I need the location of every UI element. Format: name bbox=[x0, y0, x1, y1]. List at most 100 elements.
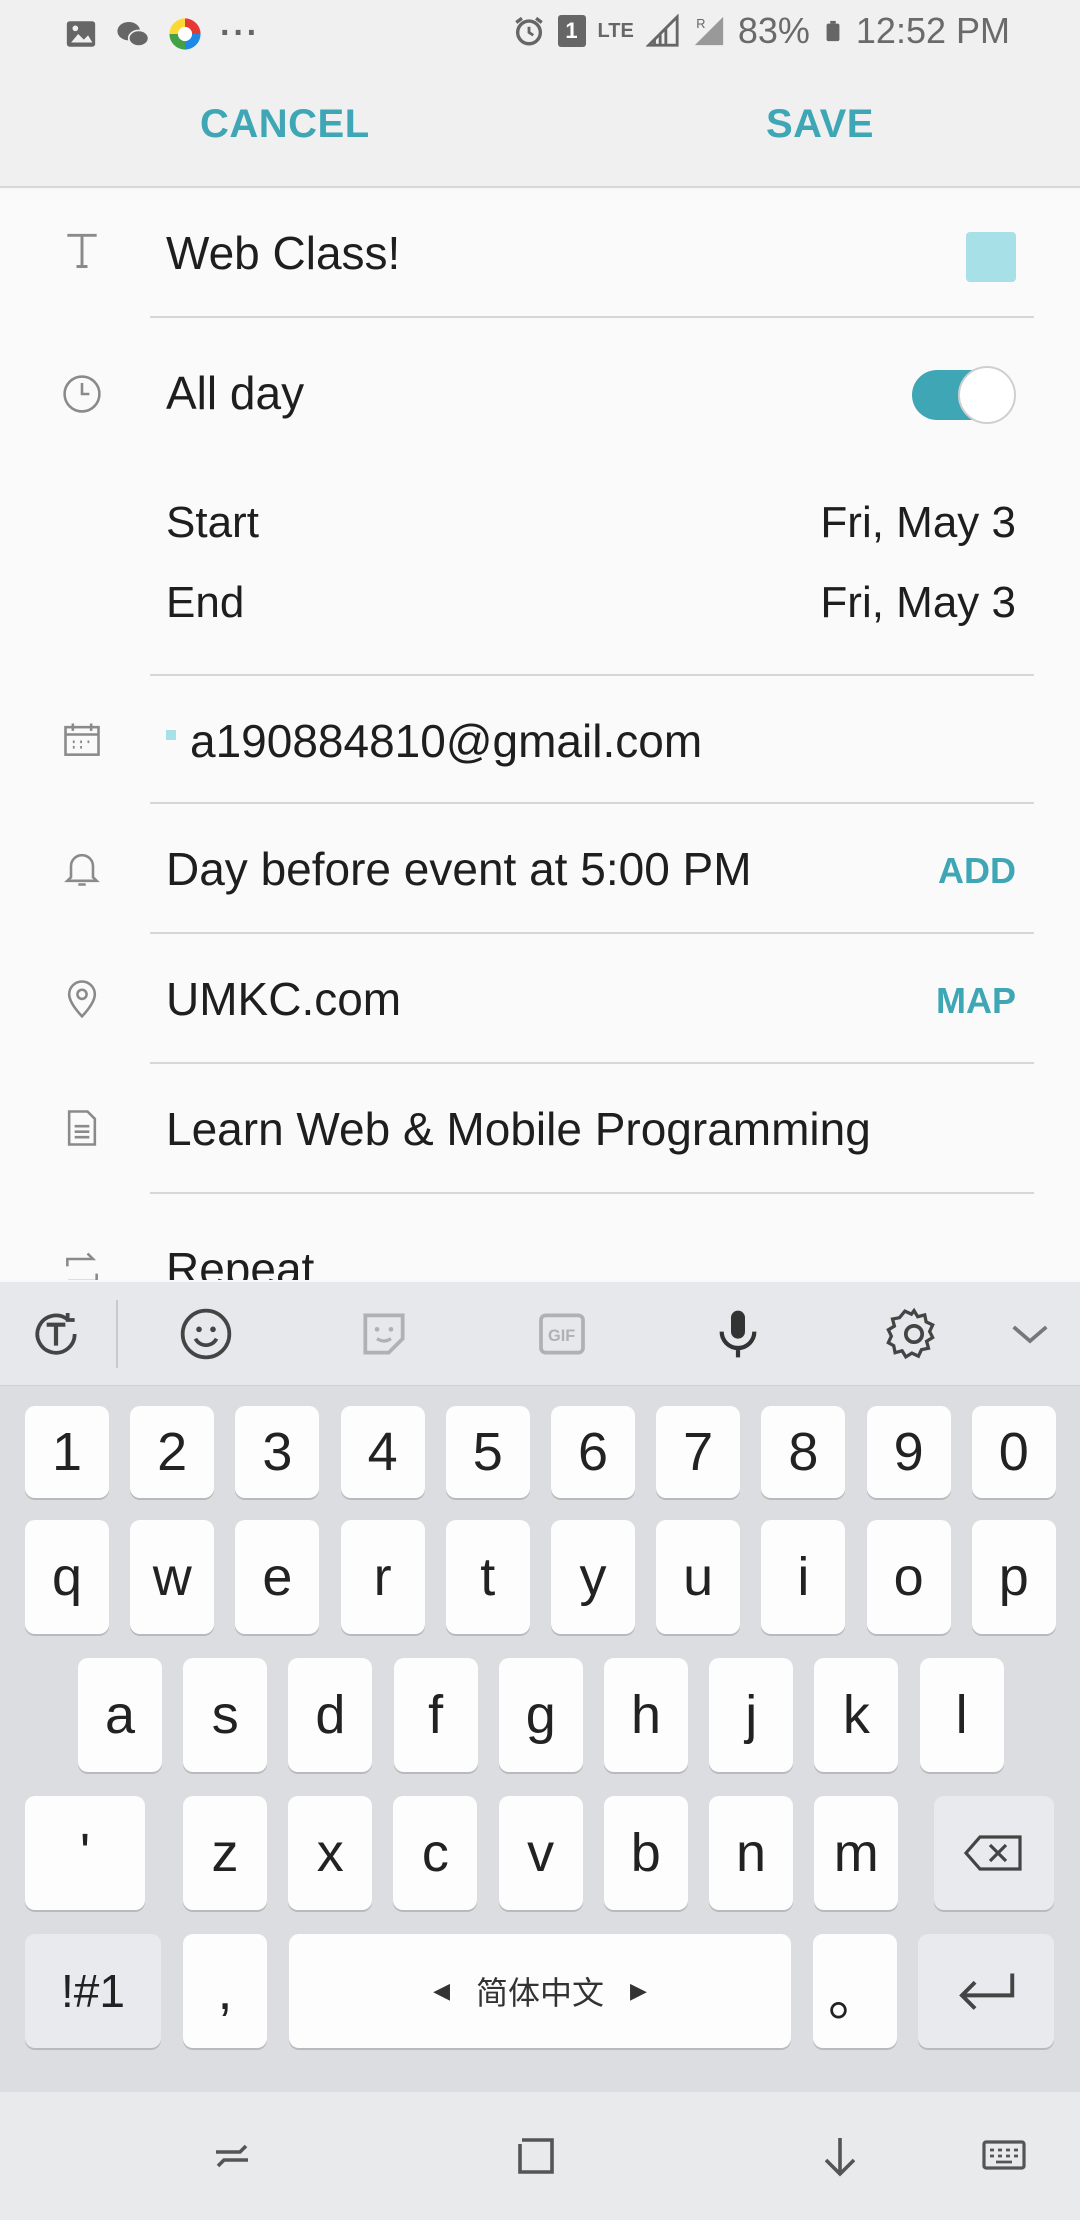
key-5[interactable]: 5 bbox=[445, 1406, 530, 1498]
emoji-icon[interactable] bbox=[178, 1306, 234, 1362]
key-8-label: 8 bbox=[788, 1422, 819, 1482]
status-bar: ··· 1 LTE R 83% 12:52 PM bbox=[0, 0, 1080, 64]
key-y-label: y bbox=[579, 1547, 607, 1607]
sticker-icon[interactable] bbox=[356, 1306, 412, 1362]
key-4-label: 4 bbox=[367, 1422, 398, 1482]
gif-icon[interactable]: GIF bbox=[534, 1306, 590, 1362]
key-i[interactable]: i bbox=[761, 1520, 846, 1634]
key-s[interactable]: s bbox=[183, 1658, 268, 1772]
microphone-icon[interactable] bbox=[710, 1306, 766, 1362]
event-color-picker[interactable] bbox=[966, 232, 1016, 282]
location-input[interactable]: UMKC.com bbox=[166, 972, 401, 1026]
key-q-label: q bbox=[51, 1547, 83, 1607]
keyboard-toolbar: GIF bbox=[0, 1282, 1080, 1386]
app-icon bbox=[169, 17, 201, 50]
key-2-label: 2 bbox=[157, 1422, 188, 1482]
alarm-icon bbox=[514, 16, 543, 46]
backspace-key[interactable] bbox=[934, 1796, 1054, 1910]
comma-key[interactable]: , bbox=[183, 1934, 267, 2048]
navigation-bar bbox=[0, 2092, 1080, 2220]
key-a[interactable]: a bbox=[78, 1658, 162, 1772]
key-w-label: w bbox=[152, 1547, 192, 1607]
start-date[interactable]: Fri, May 3 bbox=[820, 498, 1016, 548]
key-a-label: a bbox=[104, 1685, 136, 1745]
key-n[interactable]: n bbox=[709, 1796, 793, 1910]
enter-key[interactable] bbox=[918, 1934, 1054, 2048]
image-icon bbox=[66, 20, 96, 47]
key-i-label: i bbox=[797, 1547, 810, 1607]
space-key[interactable]: ◀ 简体中文 ▶ bbox=[289, 1934, 791, 2048]
key-j[interactable]: j bbox=[709, 1658, 794, 1772]
key-d[interactable]: d bbox=[288, 1658, 373, 1772]
key-p[interactable]: p bbox=[971, 1520, 1056, 1634]
home-icon[interactable] bbox=[512, 2132, 560, 2180]
key-x[interactable]: x bbox=[288, 1796, 373, 1910]
key-apostrophe-label: ' bbox=[79, 1823, 91, 1883]
divider bbox=[150, 1062, 1034, 1064]
key-7[interactable]: 7 bbox=[656, 1406, 741, 1498]
key-6[interactable]: 6 bbox=[551, 1406, 635, 1498]
key-k[interactable]: k bbox=[814, 1658, 899, 1772]
roaming-signal-icon: R bbox=[694, 16, 724, 46]
calendar-account[interactable]: a190884810@gmail.com bbox=[190, 714, 702, 768]
key-c[interactable]: c bbox=[393, 1796, 478, 1910]
symbols-key[interactable]: !#1 bbox=[25, 1934, 161, 2048]
key-6-label: 6 bbox=[577, 1422, 609, 1482]
keyboard-switch-icon[interactable] bbox=[980, 2132, 1028, 2180]
add-reminder-button[interactable]: ADD bbox=[938, 850, 1016, 892]
save-button[interactable]: SAVE bbox=[766, 102, 874, 147]
toggle-knob bbox=[958, 366, 1016, 424]
overflow-indicator: ··· bbox=[220, 14, 260, 52]
start-label: Start bbox=[166, 498, 259, 547]
title-input[interactable]: Web Class! bbox=[166, 226, 400, 280]
key-1-label: 1 bbox=[51, 1422, 83, 1482]
cancel-button[interactable]: CANCEL bbox=[200, 102, 370, 147]
settings-icon[interactable] bbox=[886, 1306, 942, 1362]
action-bar: CANCEL SAVE bbox=[0, 64, 1080, 188]
key-z-label: z bbox=[211, 1823, 239, 1883]
key-0[interactable]: 0 bbox=[971, 1406, 1056, 1498]
key-b[interactable]: b bbox=[603, 1796, 688, 1910]
key-e[interactable]: e bbox=[235, 1520, 320, 1634]
recents-icon[interactable] bbox=[208, 2132, 256, 2180]
key-m[interactable]: m bbox=[814, 1796, 899, 1910]
location-pin-icon bbox=[67, 980, 97, 1019]
key-q[interactable]: q bbox=[25, 1520, 109, 1634]
key-z[interactable]: z bbox=[183, 1796, 267, 1910]
notes-input[interactable]: Learn Web & Mobile Programming bbox=[166, 1102, 871, 1156]
key-v[interactable]: v bbox=[498, 1796, 583, 1910]
key-u-label: u bbox=[683, 1547, 714, 1607]
bell-icon bbox=[64, 853, 100, 886]
end-date[interactable]: Fri, May 3 bbox=[820, 578, 1016, 628]
key-apostrophe[interactable]: ' bbox=[25, 1796, 145, 1910]
key-l[interactable]: l bbox=[919, 1658, 1004, 1772]
period-key[interactable]: 。 bbox=[813, 1934, 897, 2048]
key-2[interactable]: 2 bbox=[130, 1406, 215, 1498]
space-key-label: ◀ 简体中文 ▶ bbox=[433, 1968, 647, 2014]
key-y[interactable]: y bbox=[551, 1520, 635, 1634]
text-mode-icon[interactable] bbox=[28, 1306, 84, 1362]
enter-icon bbox=[959, 1973, 1015, 2010]
collapse-icon[interactable] bbox=[1002, 1306, 1058, 1362]
key-4[interactable]: 4 bbox=[340, 1406, 425, 1498]
key-8[interactable]: 8 bbox=[761, 1406, 846, 1498]
repeat-label[interactable]: Repeat bbox=[166, 1242, 314, 1280]
title-row: Web Class! bbox=[0, 190, 1080, 318]
key-g[interactable]: g bbox=[498, 1658, 583, 1772]
key-o[interactable]: o bbox=[866, 1520, 951, 1634]
map-button[interactable]: MAP bbox=[936, 980, 1016, 1022]
key-1[interactable]: 1 bbox=[25, 1406, 109, 1498]
all-day-toggle[interactable] bbox=[912, 366, 1016, 424]
reminder-text[interactable]: Day before event at 5:00 PM bbox=[166, 842, 752, 896]
key-h[interactable]: h bbox=[604, 1658, 688, 1772]
key-9[interactable]: 9 bbox=[866, 1406, 951, 1498]
key-w[interactable]: w bbox=[130, 1520, 215, 1634]
key-f[interactable]: f bbox=[393, 1658, 478, 1772]
chevron-left-icon: ◀ bbox=[433, 1978, 450, 2003]
key-l-label: l bbox=[955, 1685, 968, 1745]
key-r[interactable]: r bbox=[340, 1520, 425, 1634]
key-3[interactable]: 3 bbox=[235, 1406, 320, 1498]
key-t[interactable]: t bbox=[445, 1520, 530, 1634]
back-icon[interactable] bbox=[816, 2132, 864, 2180]
key-u[interactable]: u bbox=[656, 1520, 741, 1634]
